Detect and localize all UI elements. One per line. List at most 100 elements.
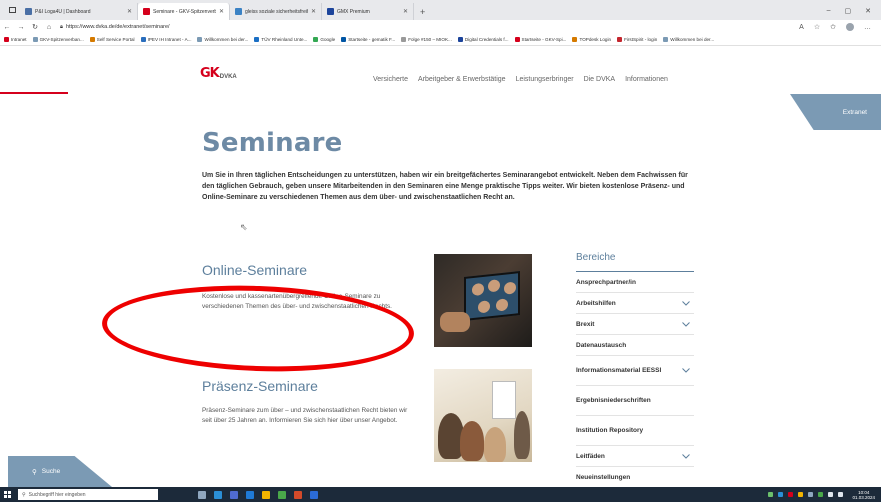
url-field[interactable]: 🔒︎ https://www.dvka.de/de/extranet/semin… bbox=[60, 24, 170, 31]
bookmark-item[interactable]: Google bbox=[313, 37, 335, 42]
praesenz-seminare-link[interactable]: Präsenz-Seminare bbox=[202, 378, 318, 394]
sidebar-item[interactable]: Ansprechpartner/in bbox=[576, 272, 694, 293]
chevron-down-icon[interactable] bbox=[682, 367, 690, 375]
sidebar-item[interactable]: Datenaustausch bbox=[576, 335, 694, 356]
favorites-icon[interactable]: ✩ bbox=[830, 23, 836, 31]
nav-informationen[interactable]: Informationen bbox=[625, 76, 668, 83]
bookmark-item[interactable]: Self Service Portal bbox=[89, 37, 135, 42]
edge-app-icon[interactable] bbox=[214, 490, 222, 499]
bookmark-label: GKV-Spitzenverban... bbox=[39, 37, 84, 42]
tab-favicon-icon bbox=[25, 8, 32, 15]
bookmark-item[interactable]: Willkommen bei der... bbox=[663, 37, 714, 42]
maximize-button[interactable]: ▢ bbox=[845, 7, 852, 15]
tab-close-icon[interactable]: ✕ bbox=[127, 8, 132, 15]
tray-icon[interactable] bbox=[778, 492, 784, 497]
online-seminare-link[interactable]: Online-Seminare bbox=[202, 262, 307, 278]
bookmark-item[interactable]: Intranet bbox=[4, 37, 27, 42]
chevron-down-icon[interactable] bbox=[682, 320, 690, 328]
tab-close-icon[interactable]: ✕ bbox=[311, 8, 316, 15]
bookmark-item[interactable]: TÜV Rheinland Unte... bbox=[254, 37, 307, 42]
mouse-cursor-icon: ⇖ bbox=[240, 222, 248, 232]
tab-title: P&I Loga4U | Dashboard bbox=[35, 8, 91, 15]
bookmark-item[interactable]: Willkommen bei der... bbox=[197, 37, 248, 42]
bookmark-favicon-icon bbox=[254, 37, 260, 42]
minimize-button[interactable]: – bbox=[827, 7, 831, 15]
bookmark-label: TÜV Rheinland Unte... bbox=[261, 37, 308, 42]
search-button[interactable]: ⚲ Suche bbox=[8, 456, 112, 487]
bookmark-item[interactable]: GKV-Spitzenverban... bbox=[32, 37, 84, 42]
tray-icon[interactable] bbox=[808, 492, 814, 497]
chevron-down-icon[interactable] bbox=[682, 452, 690, 460]
nav-leistungserbringer[interactable]: Leistungserbringer bbox=[516, 76, 574, 83]
chrome-app-icon[interactable] bbox=[278, 490, 286, 499]
tab-favicon-icon bbox=[235, 8, 242, 15]
close-window-button[interactable]: ✕ bbox=[865, 7, 871, 15]
bookmark-item[interactable]: Folge #150 – MIOK... bbox=[401, 37, 452, 42]
presenter-graphic bbox=[514, 411, 530, 459]
sidebar-item[interactable]: Arbeitshilfen bbox=[576, 293, 694, 314]
nav-versicherte[interactable]: Versicherte bbox=[373, 76, 408, 83]
bookmark-item[interactable]: TOPdesk Login bbox=[572, 37, 611, 42]
browser-tab[interactable]: GMX Premium ✕ bbox=[322, 3, 414, 20]
powerpoint-app-icon[interactable] bbox=[294, 490, 302, 499]
word-app-icon[interactable] bbox=[310, 490, 318, 499]
tray-icon[interactable] bbox=[788, 492, 794, 497]
wifi-icon[interactable] bbox=[828, 492, 834, 497]
windows-start-icon[interactable] bbox=[0, 487, 14, 502]
bookmark-item[interactable]: FirstSpirit - login bbox=[617, 37, 657, 42]
online-seminar-photo[interactable] bbox=[434, 254, 532, 347]
dvka-logo[interactable]: GK DVKA bbox=[200, 66, 237, 81]
bookmark-label: Startseite - gematik F... bbox=[348, 37, 396, 42]
tray-icon[interactable] bbox=[818, 492, 824, 497]
clock-date: 01.03.2024 bbox=[852, 494, 875, 500]
sidebar-item-label: Informationsmaterial EESSI bbox=[576, 367, 662, 374]
windows-taskbar: ⚲ Suchbegriff hier eingeben 10:04 01.03.… bbox=[0, 487, 881, 502]
sidebar-item[interactable]: Neueinstellungen bbox=[576, 467, 694, 487]
tab-title: GMX Premium bbox=[337, 8, 370, 15]
nav-arbeitgeber[interactable]: Arbeitgeber & Erwerbstätige bbox=[418, 76, 506, 83]
tab-close-icon[interactable]: ✕ bbox=[219, 8, 224, 15]
explorer-app-icon[interactable] bbox=[262, 490, 270, 499]
bookmark-item[interactable]: Startseite - GKV-Spi... bbox=[514, 37, 566, 42]
more-menu-icon[interactable]: … bbox=[864, 24, 871, 31]
forward-icon[interactable]: → bbox=[14, 24, 28, 31]
tray-icon[interactable] bbox=[798, 492, 804, 497]
sidebar-item[interactable]: Brexit bbox=[576, 314, 694, 335]
reload-icon[interactable]: ↻ bbox=[28, 23, 42, 31]
read-aloud-icon[interactable]: A bbox=[799, 24, 804, 31]
browser-tab[interactable]: Seminare - GKV-Spitzenverband✕ bbox=[138, 3, 230, 20]
task-view-icon[interactable] bbox=[198, 490, 206, 499]
profile-avatar[interactable] bbox=[846, 23, 854, 31]
praesenz-seminar-photo[interactable] bbox=[434, 369, 532, 462]
taskbar-search-field[interactable]: ⚲ Suchbegriff hier eingeben bbox=[18, 489, 158, 500]
bookmark-item[interactable]: Startseite - gematik F... bbox=[341, 37, 395, 42]
favorite-star-icon[interactable]: ☆ bbox=[814, 23, 820, 31]
bookmark-label: Willkommen bei der... bbox=[204, 37, 249, 42]
browser-tab[interactable]: gleiss soziale sicherheitsfreiheit✕ bbox=[230, 3, 322, 20]
volume-icon[interactable] bbox=[838, 492, 844, 497]
sidebar-item[interactable]: Ergebnisniederschriften bbox=[576, 386, 694, 416]
bookmark-label: Self Service Portal bbox=[96, 37, 135, 42]
outlook-app-icon[interactable] bbox=[246, 490, 254, 499]
sidebar-item[interactable]: Institution Repository bbox=[576, 416, 694, 446]
bookmark-item[interactable]: Digital Credentials f... bbox=[457, 37, 509, 42]
browser-tab[interactable]: P&I Loga4U | Dashboard ✕ bbox=[20, 3, 138, 20]
tray-icon[interactable] bbox=[768, 492, 774, 497]
home-icon[interactable]: ⌂ bbox=[42, 24, 56, 31]
logo-text: DVKA bbox=[219, 74, 237, 80]
bookmark-item[interactable]: IPEV IH Intranet - A... bbox=[140, 37, 191, 42]
tab-favicon-icon bbox=[327, 8, 334, 15]
teams-app-icon[interactable] bbox=[230, 490, 238, 499]
tab-actions-icon[interactable] bbox=[6, 3, 18, 17]
sidebar-item[interactable]: Leitfäden bbox=[576, 446, 694, 467]
taskbar-clock[interactable]: 10:04 01.03.2024 bbox=[852, 490, 875, 500]
address-bar-actions: A ☆ ✩ … bbox=[799, 23, 881, 31]
new-tab-button[interactable]: + bbox=[414, 7, 431, 20]
extranet-tab[interactable]: Extranet bbox=[790, 94, 881, 130]
tab-close-icon[interactable]: ✕ bbox=[403, 8, 408, 15]
sidebar-item[interactable]: Informationsmaterial EESSI bbox=[576, 356, 694, 386]
chevron-down-icon[interactable] bbox=[682, 299, 690, 307]
taskbar-apps bbox=[198, 490, 318, 499]
nav-die-dvka[interactable]: Die DVKA bbox=[584, 76, 616, 83]
back-icon[interactable]: ← bbox=[0, 24, 14, 31]
